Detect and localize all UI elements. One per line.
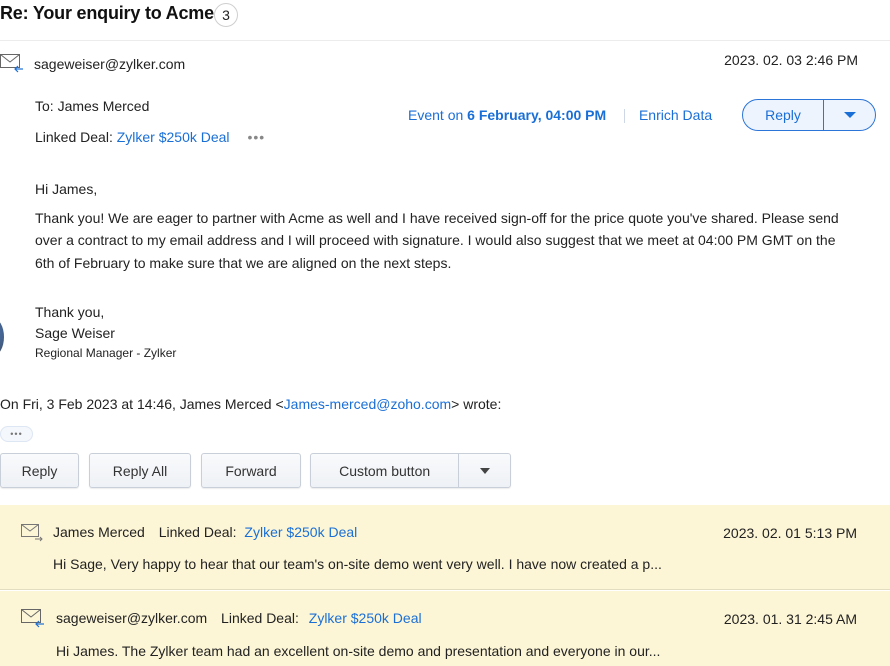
custom-split-button: Custom button xyxy=(310,453,511,488)
thread-preview: Hi Sage, Very happy to hear that our tea… xyxy=(53,556,662,572)
linked-deal-label: Linked Deal: xyxy=(221,610,299,626)
quote-prefix: On Fri, 3 Feb 2023 at 14:46, James Merce… xyxy=(0,396,284,412)
thread-header: sageweiser@zylker.com Linked Deal: Zylke… xyxy=(56,610,422,626)
thread-header: James Merced Linked Deal: Zylker $250k D… xyxy=(53,524,357,540)
quote-suffix: > wrote: xyxy=(451,396,502,412)
reply-options-dropdown[interactable] xyxy=(824,100,875,130)
chevron-down-icon xyxy=(479,467,490,474)
reply-split-button: Reply xyxy=(742,99,876,131)
reply-button[interactable]: Reply xyxy=(743,100,824,130)
event-info: Event on 6 February, 04:00 PM Enrich Dat… xyxy=(408,107,712,124)
show-quoted-text-button[interactable]: ••• xyxy=(0,426,33,442)
event-link[interactable]: Event on 6 February, 04:00 PM xyxy=(408,107,610,123)
body-line: Thank you! We are eager to partner with … xyxy=(35,210,839,226)
message-date: 2023. 02. 03 2:46 PM xyxy=(724,52,858,68)
linked-deal-line: Linked Deal: Zylker $250k Deal ••• xyxy=(35,129,265,145)
quote-email-link[interactable]: James-merced@zoho.com xyxy=(284,396,452,412)
linked-deal-label: Linked Deal: xyxy=(35,129,113,145)
event-prefix: Event on xyxy=(408,107,464,123)
signature-name: Sage Weiser xyxy=(35,325,115,341)
reply-all-button[interactable]: Reply All xyxy=(89,453,191,488)
event-date: 6 February, 04:00 PM xyxy=(467,107,607,123)
reply-action-button[interactable]: Reply xyxy=(0,453,79,488)
linked-deal-link[interactable]: Zylker $250k Deal xyxy=(244,524,357,540)
quote-header: On Fri, 3 Feb 2023 at 14:46, James Merce… xyxy=(0,396,501,412)
signature-title: Regional Manager - Zylker xyxy=(35,346,177,360)
custom-dropdown[interactable] xyxy=(458,454,510,487)
avatar xyxy=(0,318,4,356)
custom-button[interactable]: Custom button xyxy=(311,463,458,479)
forward-button[interactable]: Forward xyxy=(201,453,301,488)
thread-count-badge: 3 xyxy=(214,3,238,27)
mail-sent-icon xyxy=(0,53,24,76)
thread-sender: James Merced xyxy=(53,524,145,540)
thread-preview: Hi James. The Zylker team had an excelle… xyxy=(56,643,661,659)
sender-email: sageweiser@zylker.com xyxy=(34,56,186,72)
body-line: 6th of February to make sure that we are… xyxy=(35,255,452,271)
closing: Thank you, xyxy=(35,304,105,320)
thread-sender: sageweiser@zylker.com xyxy=(56,610,208,626)
enrich-data-link[interactable]: Enrich Data xyxy=(639,107,712,123)
thread-date: 2023. 01. 31 2:45 AM xyxy=(723,611,857,627)
thread-date: 2023. 02. 01 5:13 PM xyxy=(723,525,857,541)
greeting: Hi James, xyxy=(35,181,98,197)
linked-deal-link[interactable]: Zylker $250k Deal xyxy=(309,610,422,626)
more-options-icon[interactable]: ••• xyxy=(247,129,265,145)
linked-deal-link[interactable]: Zylker $250k Deal xyxy=(117,129,230,145)
mail-received-icon xyxy=(21,523,45,546)
header-divider xyxy=(0,40,890,41)
recipient-line: To: James Merced xyxy=(35,98,150,114)
email-subject: Re: Your enquiry to Acme xyxy=(0,3,214,23)
thread-item[interactable]: sageweiser@zylker.com Linked Deal: Zylke… xyxy=(0,591,890,666)
thread-item[interactable]: James Merced Linked Deal: Zylker $250k D… xyxy=(0,505,890,590)
linked-deal-label: Linked Deal: xyxy=(158,524,237,540)
separator xyxy=(624,109,626,124)
chevron-down-icon xyxy=(843,112,856,118)
mail-sent-icon xyxy=(21,608,45,631)
body-line: over a contract to my email address and … xyxy=(35,232,836,248)
